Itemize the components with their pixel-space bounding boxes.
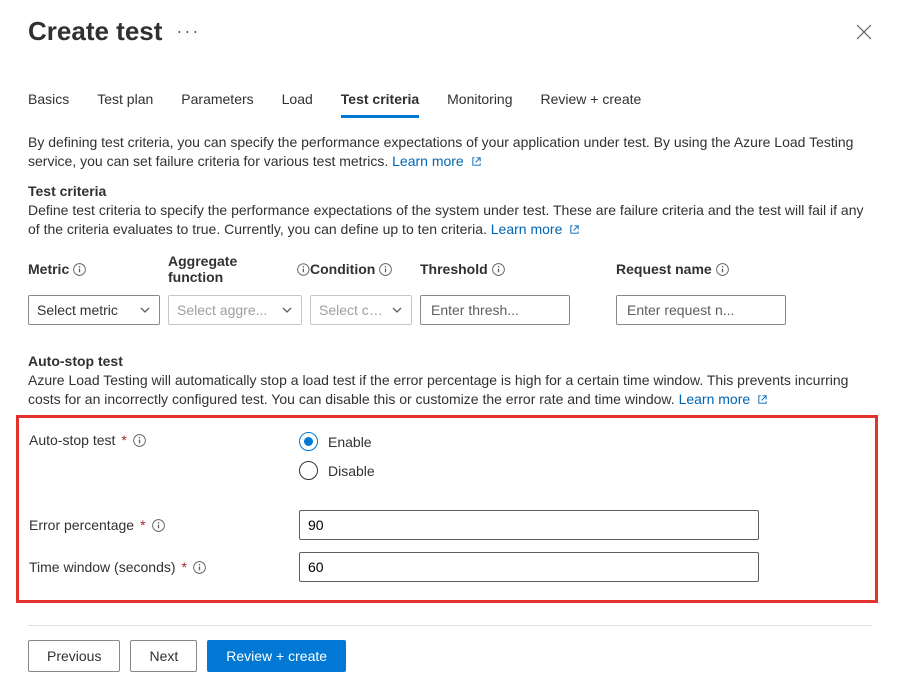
metric-select[interactable]: Select metric xyxy=(28,295,160,325)
info-icon[interactable] xyxy=(152,519,165,532)
info-icon[interactable] xyxy=(73,263,86,276)
external-link-icon xyxy=(757,394,768,405)
page-title: Create test xyxy=(28,16,162,47)
column-header-metric-label: Metric xyxy=(28,261,69,277)
info-icon[interactable] xyxy=(133,434,146,447)
condition-select-placeholder: Select co... xyxy=(319,302,387,318)
tab-review-create[interactable]: Review + create xyxy=(541,87,642,118)
info-icon[interactable] xyxy=(492,263,505,276)
intro-learn-more-link[interactable]: Learn more xyxy=(392,153,481,169)
criteria-section-desc: Define test criteria to specify the perf… xyxy=(28,201,872,239)
tab-parameters[interactable]: Parameters xyxy=(181,87,253,118)
tab-load[interactable]: Load xyxy=(282,87,313,118)
request-name-input[interactable] xyxy=(616,295,786,325)
criteria-section-title: Test criteria xyxy=(28,183,872,199)
error-percentage-label: Error percentage * xyxy=(29,517,299,533)
tab-monitoring[interactable]: Monitoring xyxy=(447,87,512,118)
autostop-highlight-box: Auto-stop test * Enable Disable Error pe… xyxy=(16,415,878,603)
column-header-request-label: Request name xyxy=(616,261,712,277)
autostop-test-label-text: Auto-stop test xyxy=(29,432,115,448)
autostop-test-label: Auto-stop test * xyxy=(29,432,299,448)
column-header-metric: Metric xyxy=(28,253,168,285)
time-window-label-text: Time window (seconds) xyxy=(29,559,176,575)
aggregate-select[interactable]: Select aggre... xyxy=(168,295,302,325)
tab-test-plan[interactable]: Test plan xyxy=(97,87,153,118)
external-link-icon xyxy=(471,156,482,167)
required-indicator: * xyxy=(140,517,145,533)
chevron-down-icon xyxy=(281,304,293,316)
footer-actions: Previous Next Review + create xyxy=(28,625,872,672)
close-icon[interactable] xyxy=(856,24,872,40)
chevron-down-icon xyxy=(139,304,151,316)
column-header-aggregate-label: Aggregate function xyxy=(168,253,293,285)
info-icon[interactable] xyxy=(193,561,206,574)
tab-basics[interactable]: Basics xyxy=(28,87,69,118)
autostop-section-desc: Azure Load Testing will automatically st… xyxy=(28,371,872,409)
intro-learn-more-label: Learn more xyxy=(392,153,464,169)
criteria-learn-more-label: Learn more xyxy=(491,221,563,237)
aggregate-select-placeholder: Select aggre... xyxy=(177,302,267,318)
request-name-input-field[interactable] xyxy=(625,301,777,319)
tab-test-criteria[interactable]: Test criteria xyxy=(341,87,419,118)
previous-button[interactable]: Previous xyxy=(28,640,120,672)
criteria-section-desc-text: Define test criteria to specify the perf… xyxy=(28,202,863,237)
condition-select[interactable]: Select co... xyxy=(310,295,412,325)
autostop-learn-more-link[interactable]: Learn more xyxy=(679,391,768,407)
column-header-request: Request name xyxy=(616,253,786,285)
autostop-section-title: Auto-stop test xyxy=(28,353,872,369)
external-link-icon xyxy=(569,224,580,235)
more-menu[interactable]: ··· xyxy=(176,21,200,42)
info-icon[interactable] xyxy=(716,263,729,276)
threshold-input[interactable] xyxy=(420,295,570,325)
info-icon[interactable] xyxy=(297,263,310,276)
chevron-down-icon xyxy=(391,304,403,316)
autostop-enable-label: Enable xyxy=(328,434,372,450)
required-indicator: * xyxy=(121,432,126,448)
autostop-enable-radio[interactable]: Enable xyxy=(299,432,375,451)
error-percentage-label-text: Error percentage xyxy=(29,517,134,533)
column-header-threshold-label: Threshold xyxy=(420,261,488,277)
next-button[interactable]: Next xyxy=(130,640,197,672)
info-icon[interactable] xyxy=(379,263,392,276)
review-create-button[interactable]: Review + create xyxy=(207,640,346,672)
criteria-learn-more-link[interactable]: Learn more xyxy=(491,221,580,237)
autostop-learn-more-label: Learn more xyxy=(679,391,751,407)
criteria-row: Select metric Select aggre... Select co.… xyxy=(28,295,872,337)
error-percentage-input[interactable] xyxy=(299,510,759,540)
autostop-disable-radio[interactable]: Disable xyxy=(299,461,375,480)
intro-text: By defining test criteria, you can speci… xyxy=(28,133,872,171)
threshold-input-field[interactable] xyxy=(429,301,561,319)
time-window-label: Time window (seconds) * xyxy=(29,559,299,575)
column-header-aggregate: Aggregate function xyxy=(168,253,310,285)
time-window-input[interactable] xyxy=(299,552,759,582)
metric-select-placeholder: Select metric xyxy=(37,302,118,318)
column-header-condition: Condition xyxy=(310,253,420,285)
required-indicator: * xyxy=(182,559,187,575)
tab-bar: Basics Test plan Parameters Load Test cr… xyxy=(28,87,872,118)
autostop-disable-label: Disable xyxy=(328,463,375,479)
column-header-threshold: Threshold xyxy=(420,253,578,285)
column-header-condition-label: Condition xyxy=(310,261,375,277)
